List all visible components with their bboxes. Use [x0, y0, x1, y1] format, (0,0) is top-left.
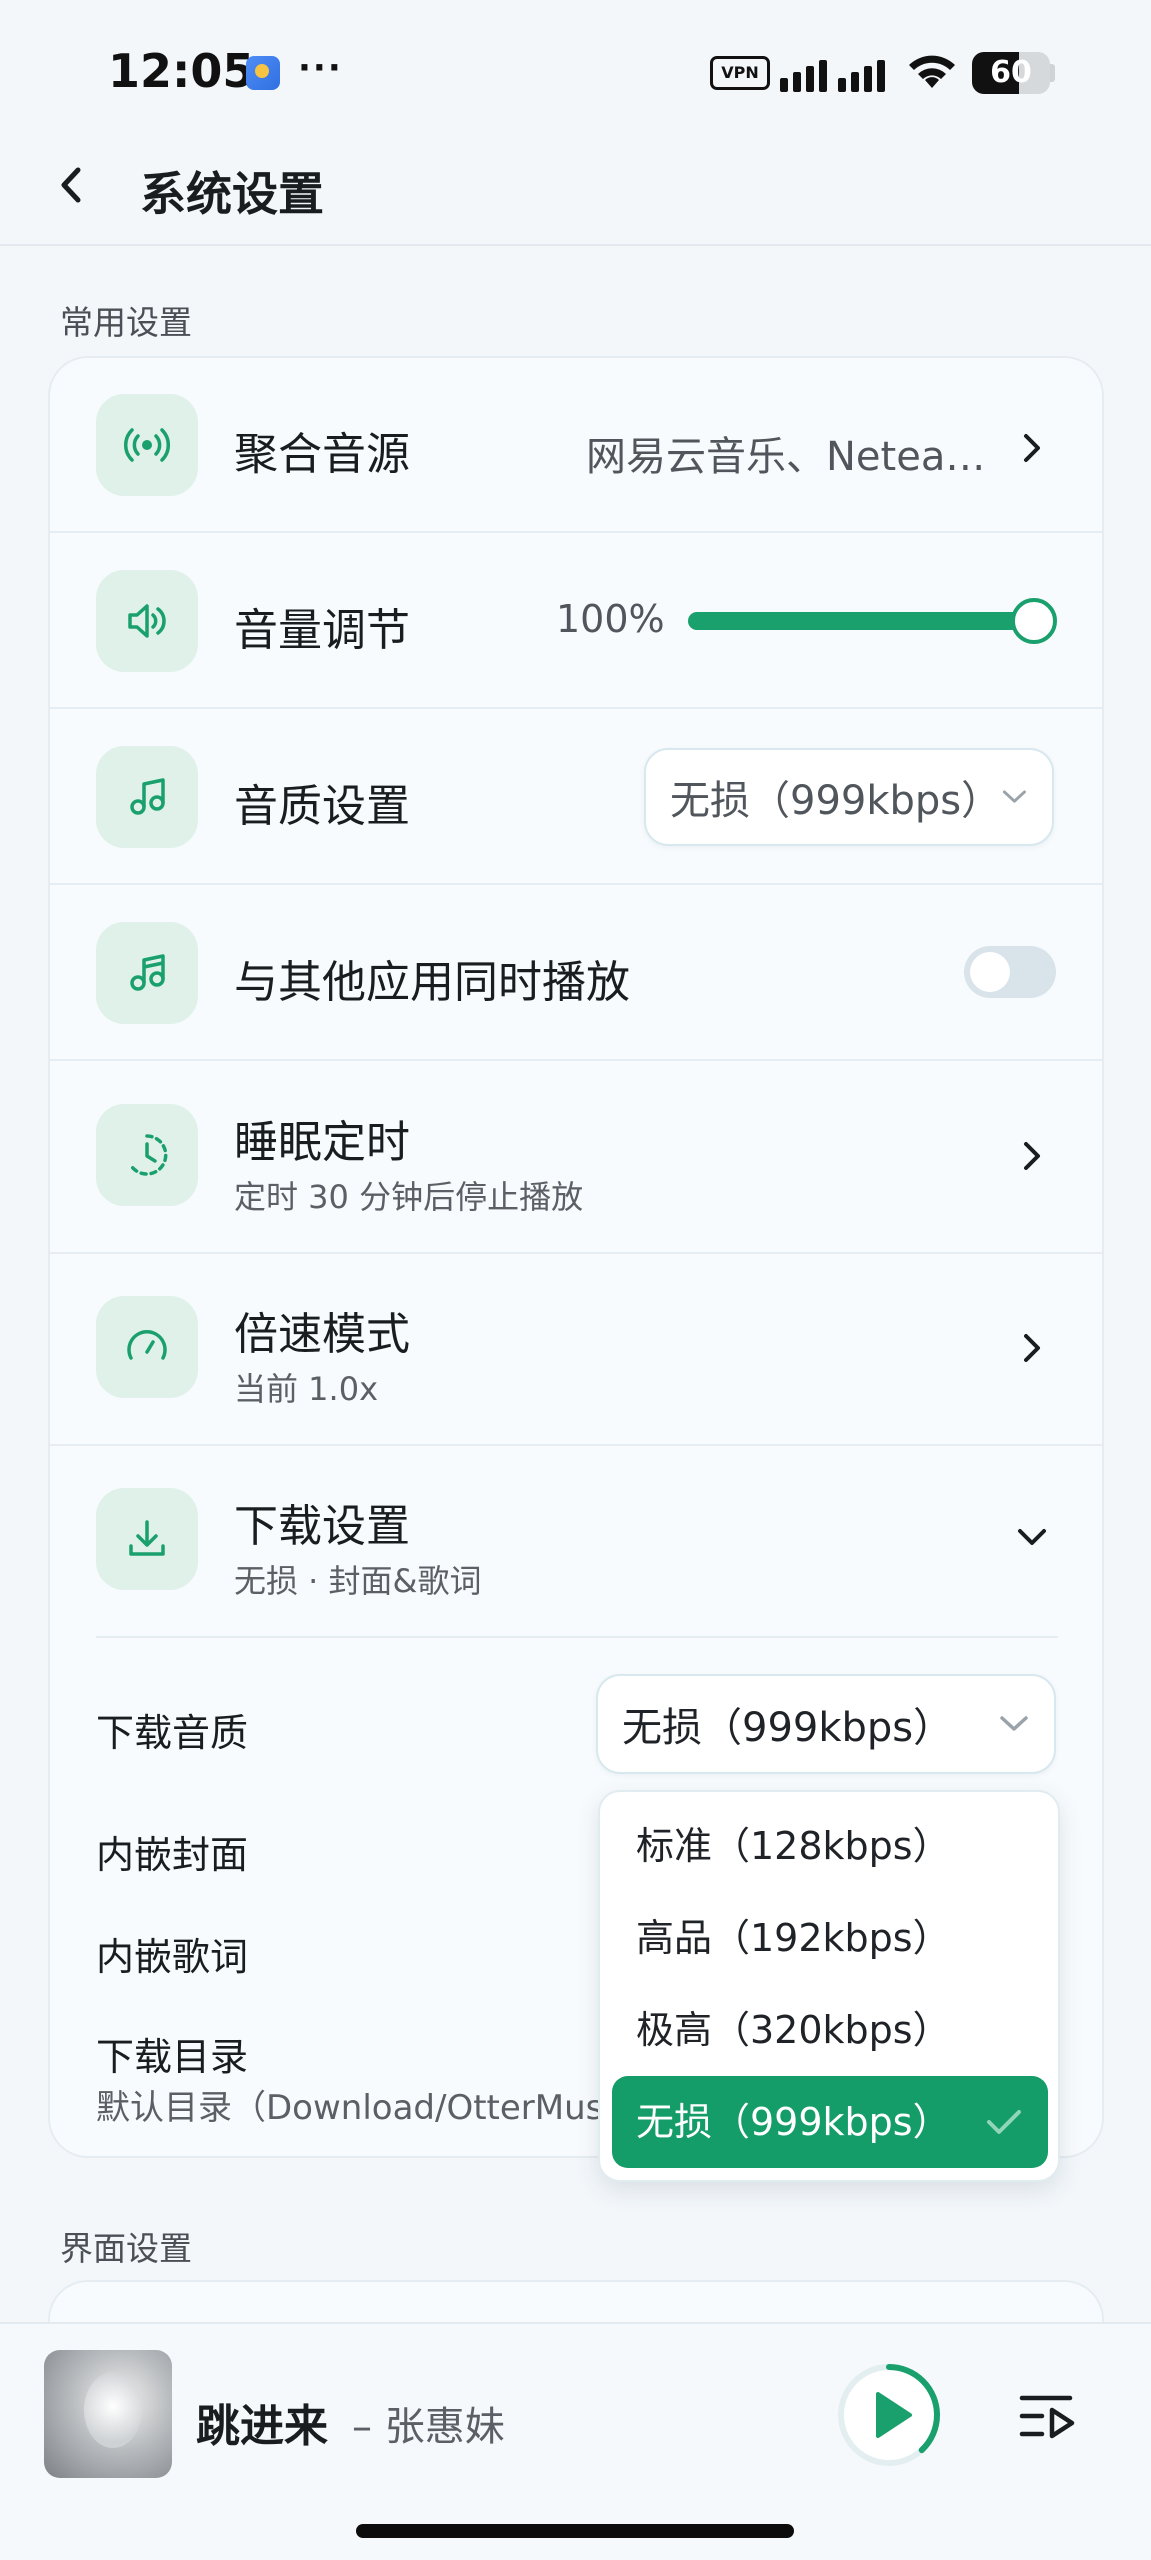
back-button[interactable] [52, 160, 92, 210]
check-icon [987, 2110, 1021, 2134]
download-chevron-down-icon[interactable] [1014, 1522, 1050, 1552]
mix-icon-tile [96, 922, 198, 1024]
home-indicator [356, 2524, 794, 2538]
volume-value: 100% [556, 597, 665, 641]
status-time: 12:05 [108, 44, 255, 98]
download-icon [129, 1520, 165, 1556]
header-divider [0, 244, 1151, 246]
dropdown-option[interactable]: 高品（192kbps） [612, 1892, 1048, 1984]
download-quality-select[interactable]: 无损（999kbps） [596, 1674, 1056, 1774]
sleep-title: 睡眠定时 [234, 1117, 410, 1168]
download-icon-tile [96, 1488, 198, 1590]
dropdown-option-selected[interactable]: 无损（999kbps） [612, 2076, 1048, 2168]
wifi-icon [909, 55, 955, 88]
album-cover[interactable] [44, 2350, 172, 2478]
speed-chevron-right-icon[interactable] [1018, 1328, 1048, 1368]
download-quality-select-value: 无损（999kbps） [622, 1705, 954, 1751]
speed-icon-tile [96, 1296, 198, 1398]
volume-icon-tile [96, 570, 198, 672]
play-button[interactable] [834, 2360, 944, 2470]
quality-dropdown-menu: 标准（128kbps） 高品（192kbps） 极高（320kbps） 无损（9… [598, 1790, 1060, 2182]
page-title: 系统设置 [140, 167, 324, 221]
row-divider [48, 1059, 1104, 1061]
mix-title: 与其他应用同时播放 [234, 957, 630, 1008]
embed-lyrics-label: 内嵌歌词 [96, 1935, 249, 1979]
toggle-knob [970, 952, 1010, 992]
chevron-down-icon [1003, 790, 1027, 803]
song-title[interactable]: 跳进来 [196, 2390, 328, 2454]
gauge-icon [127, 1330, 167, 1360]
cover-art [84, 2372, 142, 2448]
row-divider [48, 1252, 1104, 1254]
quality-icon-tile [96, 746, 198, 848]
more-notifications-icon: ··· [298, 48, 343, 88]
download-subtitle: 无损 · 封面&歌词 [234, 1562, 482, 1600]
row-divider [48, 1444, 1104, 1446]
download-title[interactable]: 下载设置 [234, 1490, 410, 1554]
download-quality-label: 下载音质 [96, 1711, 249, 1755]
row-divider [48, 883, 1104, 885]
sleep-icon-tile [96, 1104, 198, 1206]
gallery-app-icon [246, 56, 280, 90]
battery-percent: 60 [990, 55, 1032, 90]
quality-select-value: 无损（999kbps） [670, 778, 1002, 824]
download-dir-value[interactable]: 默认目录（Download/OtterMusi [96, 2080, 598, 2129]
mix-toggle[interactable] [964, 946, 1056, 998]
section-label-common: 常用设置 [60, 303, 192, 342]
embed-cover-label: 内嵌封面 [96, 1833, 249, 1877]
row-divider [48, 707, 1104, 709]
download-dir-label: 下载目录 [96, 2035, 249, 2079]
dropdown-option[interactable]: 极高（320kbps） [612, 1984, 1048, 2076]
quality-title: 音质设置 [234, 781, 410, 832]
volume-slider-fill [688, 612, 1034, 630]
volume-title: 音量调节 [234, 605, 410, 656]
dropdown-option[interactable]: 标准（128kbps） [612, 1800, 1048, 1892]
playlist-queue-icon[interactable] [1018, 2390, 1078, 2442]
inner-divider [96, 1636, 1058, 1638]
speed-title: 倍速模式 [234, 1309, 410, 1360]
vpn-badge: VPN [710, 56, 770, 90]
music-note-icon [130, 954, 165, 991]
volume-slider-thumb[interactable] [1011, 598, 1057, 644]
battery-icon: 60 [972, 52, 1050, 94]
speaker-icon [128, 604, 166, 638]
broadcast-icon [124, 428, 170, 462]
battery-cap [1050, 64, 1055, 82]
timer-icon [128, 1134, 168, 1176]
volume-slider[interactable] [688, 598, 1057, 644]
signal-icon [780, 54, 890, 92]
section-label-interface: 界面设置 [60, 2229, 192, 2268]
song-artist[interactable]: – 张惠妹 [352, 2394, 505, 2452]
quality-select[interactable]: 无损（999kbps） [644, 748, 1054, 846]
speed-subtitle: 当前 1.0x [234, 1370, 379, 1408]
chevron-down-icon [1000, 1716, 1028, 1731]
source-icon-tile [96, 394, 198, 496]
source-title: 聚合音源 [234, 429, 410, 480]
sleep-subtitle: 定时 30 分钟后停止播放 [234, 1178, 584, 1216]
sleep-chevron-right-icon[interactable] [1018, 1136, 1048, 1176]
row-divider [48, 531, 1104, 533]
source-chevron-right-icon[interactable] [1018, 428, 1048, 468]
source-value[interactable]: 网易云音乐、Netea… [586, 424, 985, 482]
music-note-icon [130, 778, 165, 815]
